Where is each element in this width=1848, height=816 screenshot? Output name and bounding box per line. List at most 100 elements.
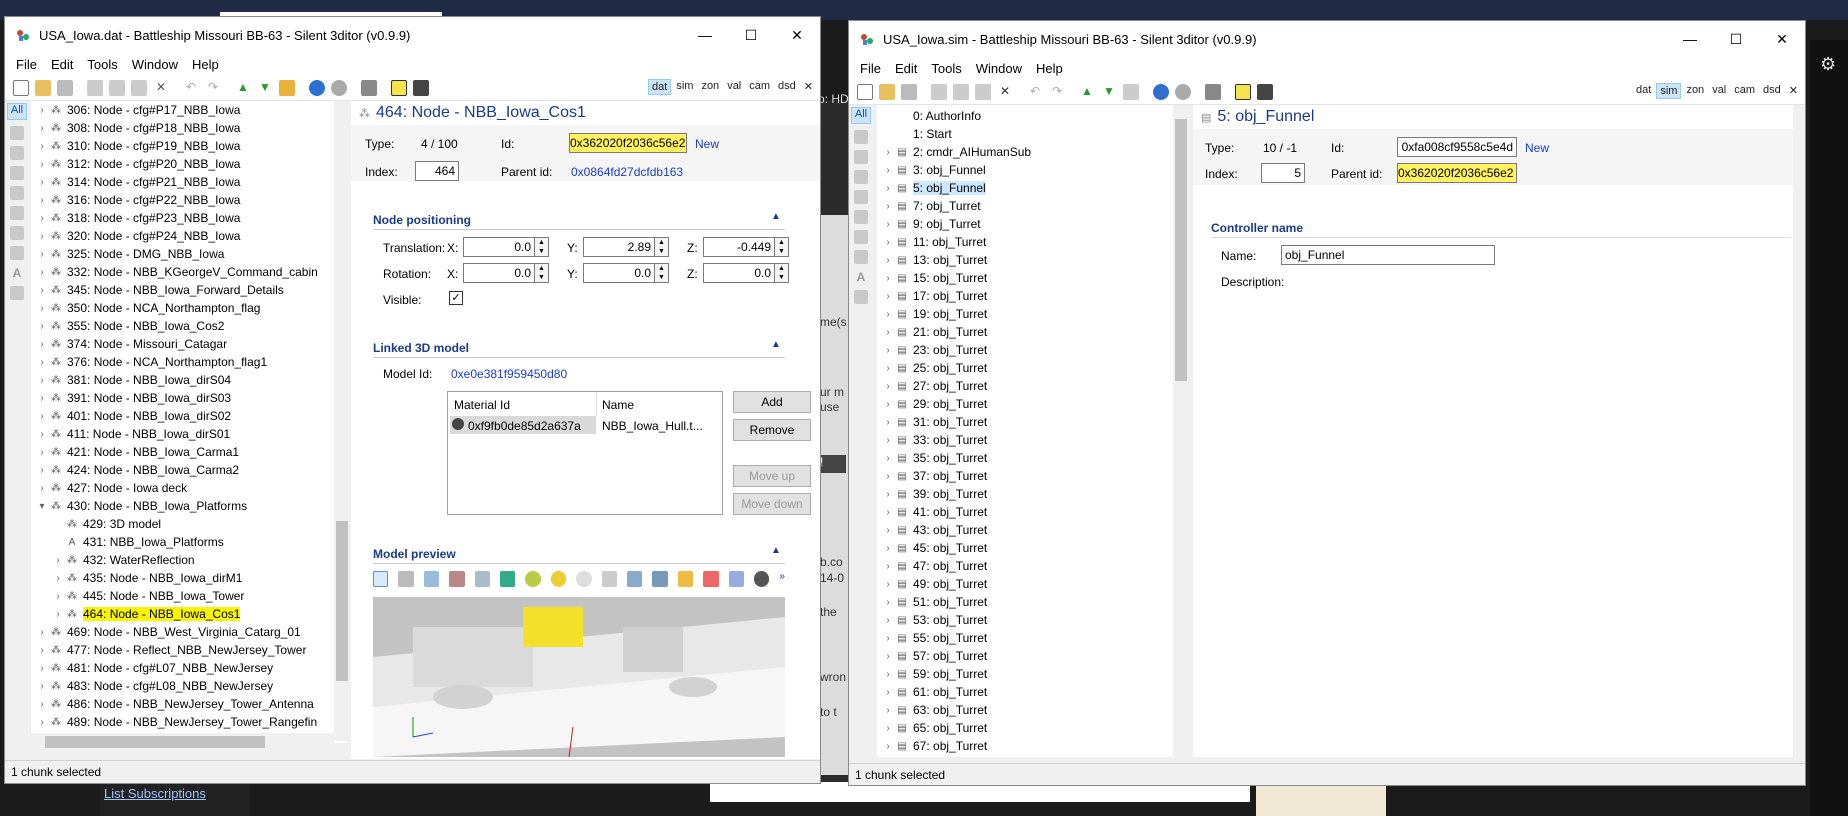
tree-item[interactable]: ▾ ⁂ 430: Node - NBB_Iowa_Platforms <box>31 497 347 515</box>
filter-shape-icon[interactable] <box>854 290 868 304</box>
cut-icon[interactable] <box>931 83 947 100</box>
tree-item[interactable]: › ▤ 3: obj_Funnel <box>877 161 1183 179</box>
chevron-right-icon[interactable]: › <box>881 165 895 176</box>
tree-hscrollbar-thumb[interactable] <box>45 736 265 748</box>
new-id-link[interactable]: New <box>695 137 719 151</box>
redo-icon[interactable]: ↷ <box>1049 84 1065 100</box>
new-file-icon[interactable] <box>857 83 873 100</box>
menu-tools[interactable]: Tools <box>924 61 968 76</box>
filter-document-icon[interactable] <box>854 230 868 244</box>
tree-item[interactable]: › ⁂ 432: WaterReflection <box>31 551 347 569</box>
tab-zon[interactable]: zon <box>698 79 722 95</box>
rotation-x-field[interactable]: 0.0 <box>463 263 535 283</box>
tree-item[interactable]: › ⁂ 374: Node - Missouri_Catagar <box>31 335 347 353</box>
menu-window[interactable]: Window <box>969 61 1029 76</box>
open-folder-icon[interactable] <box>879 83 895 100</box>
tree-item[interactable]: › ⁂ 332: Node - NBB_KGeorgeV_Command_cabin <box>31 263 347 281</box>
close-tab-icon[interactable]: ✕ <box>801 79 816 95</box>
light-icon[interactable] <box>576 571 592 587</box>
chevron-right-icon[interactable]: › <box>881 363 895 374</box>
tree-item[interactable]: › ▤ 65: obj_Turret <box>877 719 1183 737</box>
chevron-right-icon[interactable]: › <box>881 453 895 464</box>
tree-item[interactable]: › ▤ 43: obj_Turret <box>877 521 1183 539</box>
tree-item[interactable]: ⁂ 429: 3D model <box>31 515 347 533</box>
close-button[interactable]: ✕ <box>774 17 820 53</box>
filter-text-icon[interactable]: A <box>854 270 868 284</box>
chevron-right-icon[interactable]: › <box>35 663 49 674</box>
chevron-right-icon[interactable]: › <box>881 309 895 320</box>
chevron-right-icon[interactable]: › <box>881 489 895 500</box>
move-up-button[interactable]: Move up <box>733 465 811 487</box>
chevron-right-icon[interactable]: › <box>881 561 895 572</box>
tree-item[interactable]: › ▤ 49: obj_Turret <box>877 575 1183 593</box>
tree-item[interactable]: › ▤ 55: obj_Turret <box>877 629 1183 647</box>
tree-item[interactable]: › ⁂ 411: Node - NBB_Iowa_dirS01 <box>31 425 347 443</box>
link-icon[interactable] <box>1123 83 1139 100</box>
tree-item[interactable]: › ▤ 63: obj_Turret <box>877 701 1183 719</box>
menu-edit[interactable]: Edit <box>44 57 80 72</box>
tree-item[interactable]: › ⁂ 318: Node - cfg#P23_NBB_Iowa <box>31 209 347 227</box>
chevron-right-icon[interactable]: › <box>35 105 49 116</box>
chevron-right-icon[interactable]: › <box>881 147 895 158</box>
chevron-right-icon[interactable]: › <box>35 411 49 422</box>
chevron-right-icon[interactable]: › <box>35 699 49 710</box>
chevron-right-icon[interactable]: › <box>51 573 65 584</box>
tree-item[interactable]: › ▤ 45: obj_Turret <box>877 539 1183 557</box>
tree-item[interactable]: › ⁂ 424: Node - NBB_Iowa_Carma2 <box>31 461 347 479</box>
chevron-right-icon[interactable]: › <box>35 303 49 314</box>
tree-item[interactable]: › ▤ 57: obj_Turret <box>877 647 1183 665</box>
tree-item[interactable]: › ⁂ 345: Node - NBB_Iowa_Forward_Details <box>31 281 347 299</box>
maximize-button[interactable]: ☐ <box>728 17 774 53</box>
material-column-header[interactable]: Material Id <box>454 398 510 412</box>
texture-icon[interactable] <box>500 571 516 587</box>
tree-item[interactable]: › ⁂ 355: Node - NBB_Iowa_Cos2 <box>31 317 347 335</box>
wireframe-icon[interactable] <box>398 571 414 587</box>
tree-item[interactable]: › ▤ 31: obj_Turret <box>877 413 1183 431</box>
effects-icon[interactable] <box>601 571 617 587</box>
forward-icon[interactable] <box>1175 83 1191 100</box>
more-icon[interactable]: » <box>779 571 785 593</box>
tree-item[interactable]: › ▤ 61: obj_Turret <box>877 683 1183 701</box>
tab-dat[interactable]: dat <box>648 79 672 95</box>
chevron-right-icon[interactable]: › <box>35 483 49 494</box>
tab-zon[interactable]: zon <box>1683 83 1707 99</box>
chevron-right-icon[interactable]: › <box>881 381 895 392</box>
solid-icon[interactable] <box>449 571 465 587</box>
tree-item[interactable]: › ▤ 67: obj_Turret <box>877 737 1183 755</box>
tab-sim[interactable]: sim <box>1656 83 1682 99</box>
minimize-button[interactable]: — <box>1667 21 1713 57</box>
visible-checkbox[interactable]: ✓ <box>449 291 463 305</box>
link-icon[interactable] <box>279 79 295 96</box>
chevron-right-icon[interactable]: › <box>51 591 65 602</box>
collapse-positioning-icon[interactable]: ▲ <box>771 211 781 222</box>
menu-tools[interactable]: Tools <box>80 57 124 72</box>
chevron-right-icon[interactable]: › <box>881 651 895 662</box>
rotation-z-field[interactable]: 0.0 <box>703 263 775 283</box>
chevron-right-icon[interactable]: › <box>35 159 49 170</box>
back-icon[interactable] <box>1153 83 1169 100</box>
gear-icon[interactable]: ⚙ <box>1820 54 1836 75</box>
move-down-button[interactable]: Move down <box>733 493 811 515</box>
rotation-y-field[interactable]: 0.0 <box>583 263 655 283</box>
filter-text-icon[interactable]: A <box>10 266 24 280</box>
chevron-right-icon[interactable]: › <box>35 447 49 458</box>
tree-item[interactable]: › ⁂ 320: Node - cfg#P24_NBB_Iowa <box>31 227 347 245</box>
filter-texture-icon[interactable] <box>10 206 24 220</box>
minimize-button[interactable]: — <box>682 17 728 53</box>
chevron-right-icon[interactable]: › <box>35 681 49 692</box>
tree-scrollbar[interactable] <box>334 101 351 741</box>
chevron-right-icon[interactable]: › <box>35 123 49 134</box>
chevron-right-icon[interactable]: › <box>881 183 895 194</box>
chevron-right-icon[interactable]: › <box>881 291 895 302</box>
index-field[interactable]: 5 <box>1261 163 1305 183</box>
translation-y-field[interactable]: 2.89 <box>583 237 655 257</box>
chevron-right-icon[interactable]: › <box>35 627 49 638</box>
menu-help[interactable]: Help <box>1029 61 1070 76</box>
chevron-right-icon[interactable]: › <box>35 177 49 188</box>
tab-cam[interactable]: cam <box>1731 83 1758 99</box>
plugin-icon[interactable] <box>413 79 429 96</box>
axes-icon[interactable] <box>652 571 668 587</box>
collapse-linked-icon[interactable]: ▲ <box>771 339 781 350</box>
delete-icon[interactable]: ✕ <box>997 84 1013 100</box>
chevron-right-icon[interactable]: › <box>881 705 895 716</box>
